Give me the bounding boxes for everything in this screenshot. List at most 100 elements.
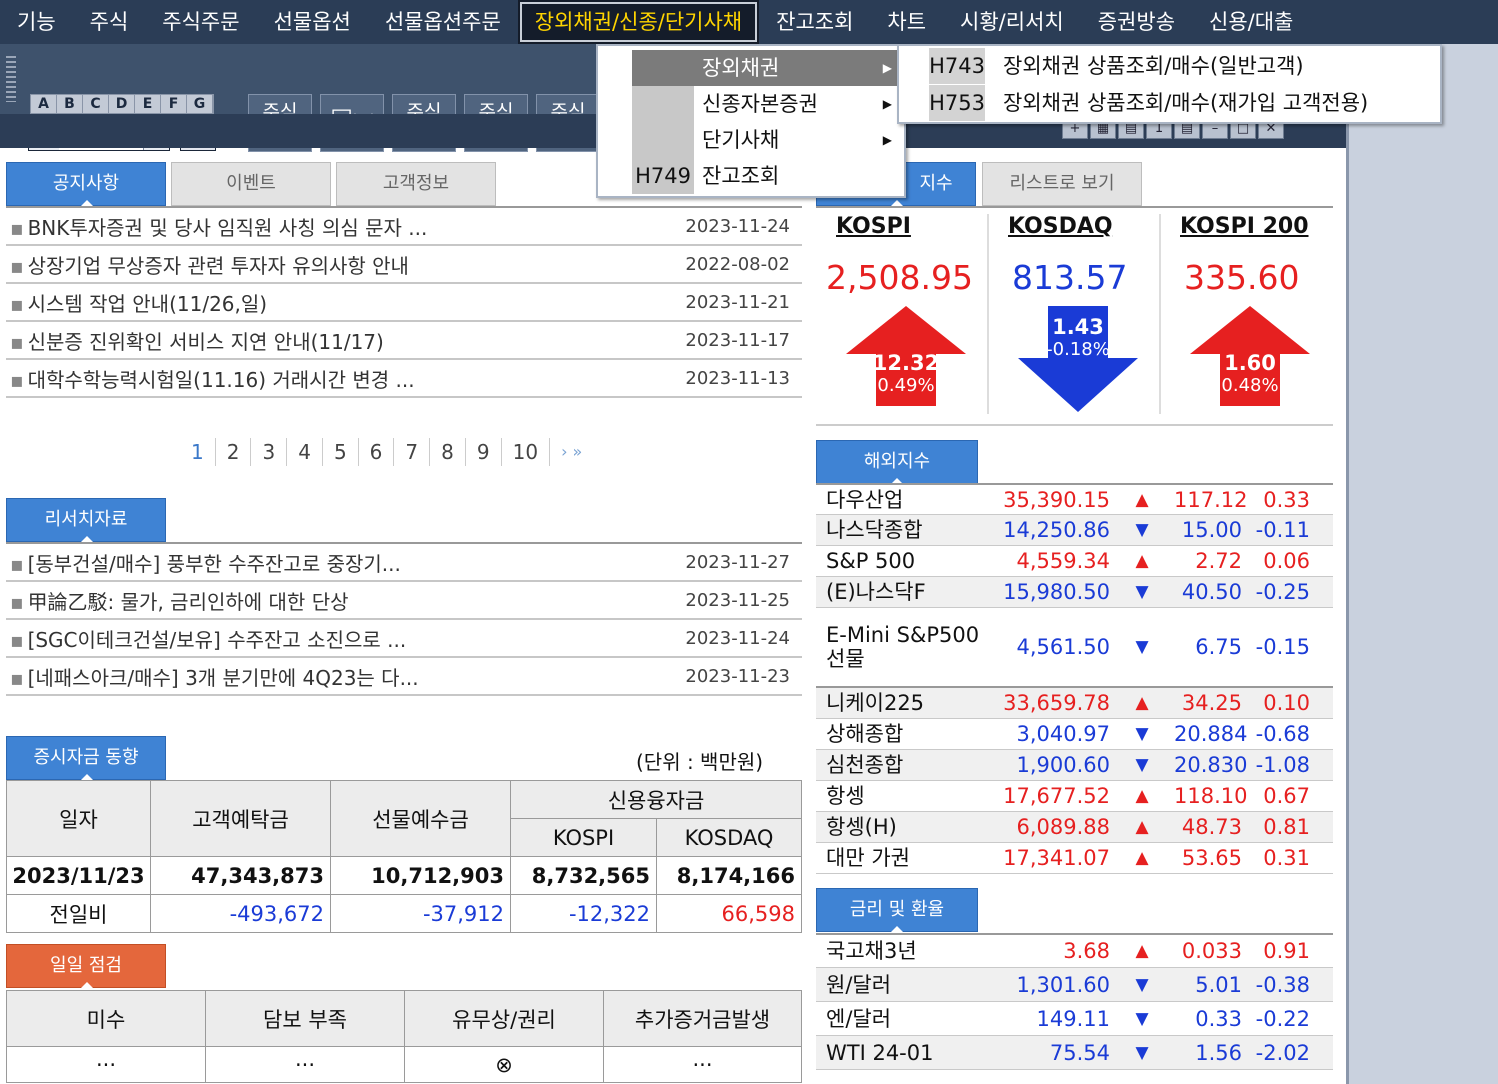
- tab-research[interactable]: 리서치자료: [6, 498, 166, 542]
- page-number[interactable]: 3: [251, 438, 288, 466]
- cell-unpaid[interactable]: ···: [6, 1046, 206, 1083]
- notice-item-text[interactable]: 신분증 진위확인 서비스 지연 안내(11/17): [28, 330, 384, 354]
- tab-daily-check[interactable]: 일일 점검: [6, 944, 166, 988]
- research-item[interactable]: ▪ [네패스아크/매수] 3개 분기만에 4Q23는 다... 2023-11-23: [6, 658, 802, 696]
- tab-notice[interactable]: 공지사항: [6, 162, 166, 206]
- group-letter-button[interactable]: D: [109, 95, 135, 113]
- page-number[interactable]: 2: [216, 438, 252, 466]
- market-row[interactable]: 항셍 17,677.52 ▲ 118.10 0.67: [816, 781, 1333, 812]
- page-number[interactable]: 7: [394, 438, 431, 466]
- market-name[interactable]: 국고채3년: [816, 939, 996, 963]
- menu-label[interactable]: 장외채권 상품조회/매수(재가입 고객전용): [1003, 85, 1368, 121]
- cell-margin[interactable]: ···: [603, 1046, 802, 1083]
- dropdown-item-1[interactable]: 신종자본증권 ▶: [632, 86, 902, 122]
- index-card-1[interactable]: KOSDAQ 813.57 1.43 -0.18%: [990, 214, 1160, 414]
- menu-label[interactable]: 신종자본증권: [702, 86, 818, 122]
- market-row[interactable]: 항셍(H) 6,089.88 ▲ 48.73 0.81: [816, 812, 1333, 843]
- notice-item-title[interactable]: ▪ 상장기업 무상증자 관련 투자자 유의사항 안내: [6, 250, 672, 279]
- research-item-title[interactable]: ▪ [SGC이테크건설/보유] 수주잔고 소진으로 ...: [6, 624, 672, 653]
- index-name[interactable]: KOSPI 200: [1162, 214, 1332, 239]
- research-item-text[interactable]: [네패스아크/매수] 3개 분기만에 4Q23는 다...: [28, 666, 419, 690]
- market-name[interactable]: 심천종합: [816, 753, 996, 777]
- menu-item-7[interactable]: 차트: [870, 0, 943, 44]
- market-row[interactable]: 다우산업 35,390.15 ▲ 117.12 0.33: [816, 485, 1333, 515]
- menu-label[interactable]: 장외채권 상품조회/매수(일반고객): [1003, 48, 1304, 84]
- menu-item-1[interactable]: 주식: [73, 0, 146, 44]
- menu-item-3[interactable]: 선물옵션: [257, 0, 368, 44]
- toolbar-grip[interactable]: [6, 56, 16, 102]
- market-row[interactable]: (E)나스닥F 15,980.50 ▼ 40.50 -0.25: [816, 577, 1333, 608]
- menu-label[interactable]: 잔고조회: [702, 158, 779, 194]
- page-number[interactable]: 10: [502, 438, 551, 466]
- tab-rates-fx[interactable]: 금리 및 환율: [816, 888, 978, 932]
- tab-market-funds[interactable]: 증시자금 동향: [6, 736, 166, 780]
- market-row[interactable]: WTI 24-01 75.54 ▼ 1.56 -2.02: [816, 1036, 1333, 1070]
- index-name[interactable]: KOSDAQ: [990, 214, 1160, 239]
- page-number[interactable]: 5: [323, 438, 359, 466]
- research-item[interactable]: ▪ [SGC이테크건설/보유] 수주잔고 소진으로 ... 2023-11-24: [6, 620, 802, 658]
- tab-list-view[interactable]: 리스트로 보기: [982, 162, 1142, 206]
- menu-item-8[interactable]: 시황/리서치: [943, 0, 1081, 44]
- market-name[interactable]: 상해종합: [816, 722, 996, 746]
- notice-item[interactable]: ▪ 신분증 진위확인 서비스 지연 안내(11/17) 2023-11-17: [6, 322, 802, 360]
- next-page-icon[interactable]: › »: [550, 438, 593, 466]
- index-card-2[interactable]: KOSPI 200 335.60 1.60 0.48%: [1162, 214, 1332, 414]
- page-number[interactable]: 4: [287, 438, 323, 466]
- page-number[interactable]: 6: [359, 438, 395, 466]
- tab-customer-info[interactable]: 고객정보: [336, 162, 496, 206]
- market-name[interactable]: 나스닥종합: [816, 518, 996, 542]
- group-letter-button[interactable]: G: [187, 95, 213, 113]
- menu-item-10[interactable]: 신용/대출: [1192, 0, 1310, 44]
- research-item-title[interactable]: ▪ [동부건설/매수] 풍부한 수주잔고로 중장기...: [6, 548, 672, 577]
- tab-overseas-index[interactable]: 해외지수: [816, 440, 978, 484]
- page-number[interactable]: 8: [430, 438, 466, 466]
- menu-label[interactable]: 장외채권: [702, 50, 779, 86]
- tab-event[interactable]: 이벤트: [171, 162, 331, 206]
- notice-item-text[interactable]: 상장기업 무상증자 관련 투자자 유의사항 안내: [28, 254, 409, 278]
- notice-item[interactable]: ▪ 대학수학능력시험일(11.16) 거래시간 변경 ... 2023-11-13: [6, 360, 802, 398]
- page-number[interactable]: 1: [180, 438, 216, 466]
- menu-item-4[interactable]: 선물옵션주문: [368, 0, 518, 44]
- research-item[interactable]: ▪ 甲論乙駁: 물가, 금리인하에 대한 단상 2023-11-25: [6, 582, 802, 620]
- notice-item[interactable]: ▪ 상장기업 무상증자 관련 투자자 유의사항 안내 2022-08-02: [6, 246, 802, 284]
- dropdown-item-3[interactable]: H749 잔고조회: [632, 158, 902, 194]
- market-name[interactable]: 대만 가권: [816, 846, 996, 870]
- research-item-text[interactable]: [SGC이테크건설/보유] 수주잔고 소진으로 ...: [28, 628, 407, 652]
- notice-item-title[interactable]: ▪ 신분증 진위확인 서비스 지연 안내(11/17): [6, 326, 672, 355]
- market-row[interactable]: 국고채3년 3.68 ▲ 0.033 0.91: [816, 935, 1333, 968]
- cell-collateral[interactable]: ···: [205, 1046, 405, 1083]
- research-item-title[interactable]: ▪ [네패스아크/매수] 3개 분기만에 4Q23는 다...: [6, 662, 672, 691]
- group-letter-button[interactable]: A: [31, 95, 57, 113]
- market-row[interactable]: E-Mini S&P500 선물 4,561.50 ▼ 6.75 -0.15: [816, 608, 1333, 688]
- cell-rights[interactable]: ⊗: [404, 1046, 604, 1083]
- notice-item-title[interactable]: ▪ 대학수학능력시험일(11.16) 거래시간 변경 ...: [6, 364, 672, 393]
- market-name[interactable]: E-Mini S&P500 선물: [816, 623, 996, 671]
- market-name[interactable]: S&P 500: [816, 549, 996, 573]
- notice-item-title[interactable]: ▪ BNK투자증권 및 당사 임직원 사칭 의심 문자 ...: [6, 212, 672, 241]
- notice-item[interactable]: ▪ 시스템 작업 안내(11/26,일) 2023-11-21: [6, 284, 802, 322]
- group-letter-button[interactable]: E: [135, 95, 161, 113]
- notice-item-text[interactable]: 시스템 작업 안내(11/26,일): [28, 292, 268, 316]
- market-name[interactable]: 항셍: [816, 784, 996, 808]
- market-row[interactable]: 상해종합 3,040.97 ▼ 20.884 -0.68: [816, 719, 1333, 750]
- research-item-text[interactable]: 甲論乙駁: 물가, 금리인하에 대한 단상: [28, 590, 349, 614]
- group-letter-button[interactable]: F: [161, 95, 187, 113]
- market-name[interactable]: (E)나스닥F: [816, 580, 996, 604]
- notice-item-text[interactable]: BNK투자증권 및 당사 임직원 사칭 의심 문자 ...: [28, 216, 428, 240]
- submenu-item-1[interactable]: H753 장외채권 상품조회/매수(재가입 고객전용): [929, 85, 1439, 121]
- market-name[interactable]: 원/달러: [816, 973, 996, 997]
- group-letter-button[interactable]: C: [83, 95, 109, 113]
- index-card-0[interactable]: KOSPI 2,508.95 12.32 0.49%: [818, 214, 988, 414]
- market-row[interactable]: 니케이225 33,659.78 ▲ 34.25 0.10: [816, 688, 1333, 719]
- dropdown-item-0[interactable]: 장외채권 ▶: [632, 50, 902, 86]
- research-item[interactable]: ▪ [동부건설/매수] 풍부한 수주잔고로 중장기... 2023-11-27: [6, 544, 802, 582]
- menu-item-2[interactable]: 주식주문: [145, 0, 256, 44]
- market-row[interactable]: S&P 500 4,559.34 ▲ 2.72 0.06: [816, 546, 1333, 577]
- dropdown-item-2[interactable]: 단기사채 ▶: [632, 122, 902, 158]
- market-row[interactable]: 엔/달러 149.11 ▼ 0.33 -0.22: [816, 1002, 1333, 1036]
- market-name[interactable]: 니케이225: [816, 691, 996, 715]
- menu-item-5[interactable]: 장외채권/신종/단기사채: [517, 0, 760, 44]
- page-number[interactable]: 9: [466, 438, 502, 466]
- market-name[interactable]: WTI 24-01: [816, 1041, 996, 1065]
- market-row[interactable]: 대만 가권 17,341.07 ▲ 53.65 0.31: [816, 843, 1333, 874]
